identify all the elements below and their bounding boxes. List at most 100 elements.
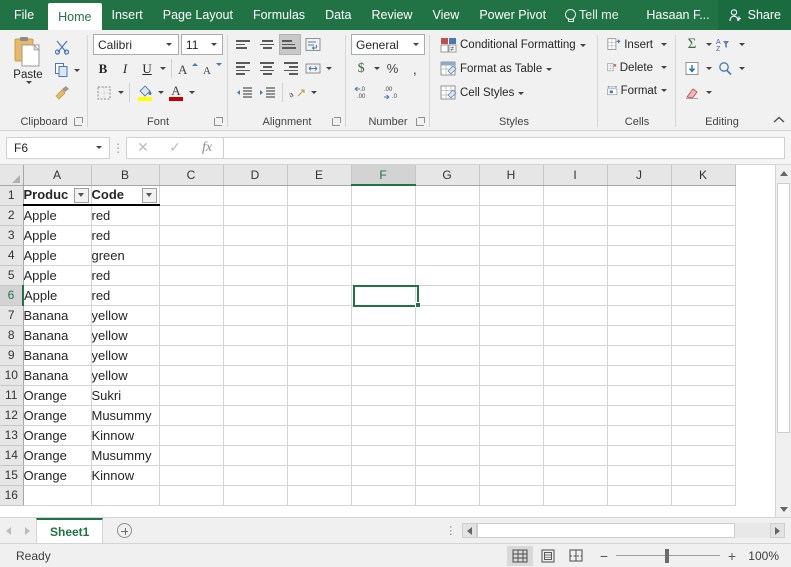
cell-a7[interactable]: Banana xyxy=(23,305,92,326)
row-header-8[interactable]: 8 xyxy=(0,325,24,346)
cell-f4[interactable] xyxy=(351,245,416,266)
cell-e2[interactable] xyxy=(287,205,352,226)
wrap-text-button[interactable] xyxy=(302,34,324,55)
row-header-4[interactable]: 4 xyxy=(0,245,24,266)
cancel-entry-button[interactable]: ✕ xyxy=(127,138,159,158)
cell-c4[interactable] xyxy=(159,245,224,266)
cell-i12[interactable] xyxy=(543,405,608,426)
cell-h6[interactable] xyxy=(479,285,544,306)
cell-e9[interactable] xyxy=(287,345,352,366)
cell-e15[interactable] xyxy=(287,465,352,486)
column-header-a[interactable]: A xyxy=(23,165,92,186)
horizontal-scroll-track[interactable] xyxy=(477,523,771,538)
collapse-ribbon-button[interactable] xyxy=(771,112,787,128)
decrease-indent-button[interactable] xyxy=(233,82,255,103)
conditional-formatting-caret-icon[interactable] xyxy=(579,43,586,47)
cell-a2[interactable]: Apple xyxy=(23,205,92,226)
cell-j12[interactable] xyxy=(607,405,672,426)
cell-d8[interactable] xyxy=(223,325,288,346)
format-cells-button[interactable]: Format xyxy=(603,80,671,101)
font-name-caret-icon[interactable] xyxy=(162,43,176,46)
column-header-b[interactable]: B xyxy=(91,165,160,186)
increase-decimal-button[interactable]: .0 .00 xyxy=(351,82,377,103)
cell-f1[interactable] xyxy=(351,185,416,206)
cell-b7[interactable]: yellow xyxy=(91,305,160,326)
accounting-caret-icon[interactable] xyxy=(374,67,381,70)
row-header-3[interactable]: 3 xyxy=(0,225,24,246)
format-painter-button[interactable] xyxy=(51,83,83,103)
cell-a14[interactable]: Orange xyxy=(23,445,92,466)
cell-j16[interactable] xyxy=(607,485,672,506)
cell-f14[interactable] xyxy=(351,445,416,466)
cell-e10[interactable] xyxy=(287,365,352,386)
delete-caret-icon[interactable] xyxy=(661,66,667,69)
column-header-c[interactable]: C xyxy=(159,165,224,186)
cell-b14[interactable]: Musummy xyxy=(91,445,160,466)
page-layout-view-button[interactable] xyxy=(535,546,561,566)
cell-j2[interactable] xyxy=(607,205,672,226)
cell-c12[interactable] xyxy=(159,405,224,426)
cell-g3[interactable] xyxy=(415,225,480,246)
underline-button[interactable]: U xyxy=(137,58,157,79)
cell-i4[interactable] xyxy=(543,245,608,266)
font-dialog-launcher[interactable] xyxy=(214,117,223,126)
cell-styles-caret-icon[interactable] xyxy=(518,91,525,95)
cell-a12[interactable]: Orange xyxy=(23,405,92,426)
cell-f5[interactable] xyxy=(351,265,416,286)
cell-g9[interactable] xyxy=(415,345,480,366)
cell-d13[interactable] xyxy=(223,425,288,446)
cell-styles-button[interactable]: Cell Styles xyxy=(435,82,593,104)
cell-i10[interactable] xyxy=(543,365,608,386)
cell-a10[interactable]: Banana xyxy=(23,365,92,386)
cell-i6[interactable] xyxy=(543,285,608,306)
row-header-9[interactable]: 9 xyxy=(0,345,24,366)
cell-g5[interactable] xyxy=(415,265,480,286)
row-header-11[interactable]: 11 xyxy=(0,385,24,406)
cut-button[interactable] xyxy=(51,37,83,57)
cell-h7[interactable] xyxy=(479,305,544,326)
insert-cells-button[interactable]: Insert xyxy=(603,34,671,55)
align-top-button[interactable] xyxy=(233,34,255,55)
accounting-format-button[interactable]: $ xyxy=(351,58,371,79)
cell-e4[interactable] xyxy=(287,245,352,266)
cell-c9[interactable] xyxy=(159,345,224,366)
cell-c6[interactable] xyxy=(159,285,224,306)
cell-k16[interactable] xyxy=(671,485,736,506)
cell-c8[interactable] xyxy=(159,325,224,346)
number-format-caret-icon[interactable] xyxy=(408,43,422,46)
row-header-7[interactable]: 7 xyxy=(0,305,24,326)
cell-k12[interactable] xyxy=(671,405,736,426)
cell-e11[interactable] xyxy=(287,385,352,406)
scroll-left-button[interactable] xyxy=(462,523,478,538)
cell-d16[interactable] xyxy=(223,485,288,506)
row-header-15[interactable]: 15 xyxy=(0,465,24,486)
cell-b12[interactable]: Musummy xyxy=(91,405,160,426)
insert-caret-icon[interactable] xyxy=(661,43,667,46)
cell-h1[interactable] xyxy=(479,185,544,206)
column-header-j[interactable]: J xyxy=(607,165,672,186)
scroll-up-button[interactable] xyxy=(776,165,791,181)
cell-d7[interactable] xyxy=(223,305,288,326)
tab-data[interactable]: Data xyxy=(315,0,361,30)
cell-j1[interactable] xyxy=(607,185,672,206)
orientation-button[interactable]: a xyxy=(287,82,309,103)
cell-c7[interactable] xyxy=(159,305,224,326)
cell-h5[interactable] xyxy=(479,265,544,286)
cell-i3[interactable] xyxy=(543,225,608,246)
cell-i11[interactable] xyxy=(543,385,608,406)
cell-f16[interactable] xyxy=(351,485,416,506)
tab-home[interactable]: Home xyxy=(48,3,102,30)
cell-g1[interactable] xyxy=(415,185,480,206)
cell-a13[interactable]: Orange xyxy=(23,425,92,446)
cell-d10[interactable] xyxy=(223,365,288,386)
cell-c10[interactable] xyxy=(159,365,224,386)
copy-button[interactable] xyxy=(51,60,83,80)
vertical-scroll-track[interactable] xyxy=(776,181,791,501)
align-center-button[interactable] xyxy=(256,58,278,79)
column-header-e[interactable]: E xyxy=(287,165,352,186)
cell-f10[interactable] xyxy=(351,365,416,386)
cell-g11[interactable] xyxy=(415,385,480,406)
clear-button[interactable] xyxy=(681,82,703,103)
insert-function-button[interactable]: fx xyxy=(191,138,223,158)
cell-j8[interactable] xyxy=(607,325,672,346)
